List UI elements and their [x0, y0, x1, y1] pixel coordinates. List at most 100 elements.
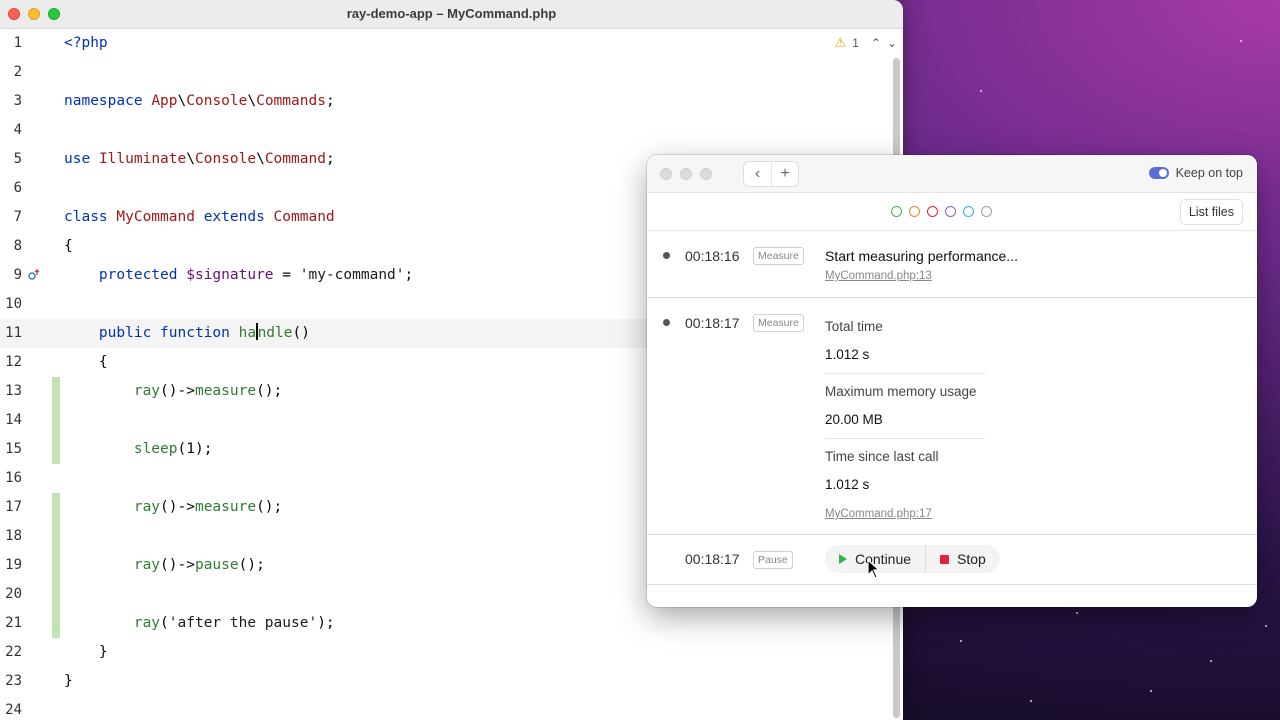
ray-entry: 00:18:17 Measure Total time 1.012 s Maxi… — [647, 298, 1257, 535]
line-number: 12 — [5, 354, 22, 370]
code-text: } — [64, 673, 73, 689]
ray-toolbar: ‹ + Keep on top — [647, 155, 1257, 193]
entry-time: 00:18:16 — [685, 248, 740, 264]
line-number: 13 — [5, 383, 22, 399]
line-number: 23 — [5, 673, 22, 689]
color-filter-dot[interactable] — [891, 206, 902, 217]
divider — [825, 438, 985, 439]
line-number: 19 — [5, 557, 22, 573]
code-text: { — [64, 354, 108, 370]
code-line[interactable]: 2 — [0, 58, 890, 87]
entry-type-badge: Pause — [753, 551, 793, 569]
code-line[interactable]: 21 ray('after the pause'); — [0, 609, 890, 638]
line-number: 14 — [5, 412, 22, 428]
line-number: 2 — [13, 64, 22, 80]
code-text: ray()->measure(); — [133, 499, 283, 515]
continue-label: Continue — [855, 551, 912, 567]
color-filter-dot[interactable] — [927, 206, 938, 217]
code-text: } — [64, 644, 108, 660]
override-marker-icon[interactable] — [27, 268, 41, 282]
ray-filter-bar: List files — [647, 193, 1257, 231]
new-tab-button[interactable]: + — [771, 162, 798, 186]
entry-type-badge: Measure — [753, 247, 804, 265]
code-text: ray()->measure(); — [133, 383, 283, 399]
editor-titlebar: ray-demo-app – MyCommand.php — [0, 0, 903, 29]
code-line[interactable]: 22 } — [0, 638, 890, 667]
changed-lines-marker — [52, 377, 60, 464]
ray-entry: 00:18:17 Pause Continue Stop — [647, 535, 1257, 585]
entry-file-link[interactable]: MyCommand.php:13 — [825, 270, 932, 282]
line-number: 9 — [13, 267, 22, 283]
entry-time: 00:18:17 — [685, 551, 740, 567]
code-text: { — [64, 238, 73, 254]
close-window-button[interactable] — [660, 168, 672, 180]
code-text: sleep(1); — [133, 441, 213, 457]
color-filters — [891, 206, 992, 217]
code-line[interactable]: 4 — [0, 116, 890, 145]
editor-title: ray-demo-app – MyCommand.php — [346, 6, 557, 21]
entry-type-badge: Measure — [753, 314, 804, 332]
total-time-label: Total time — [825, 319, 883, 334]
mouse-pointer-icon — [867, 559, 881, 579]
zoom-window-button[interactable] — [700, 168, 712, 180]
stop-button[interactable]: Stop — [925, 545, 1000, 573]
code-line[interactable]: 3 namespace App\Console\Commands; — [0, 87, 890, 116]
color-filter-dot[interactable] — [963, 206, 974, 217]
minimize-window-button[interactable] — [680, 168, 692, 180]
list-files-button[interactable]: List files — [1179, 199, 1243, 225]
line-number: 22 — [5, 644, 22, 660]
line-number: 10 — [5, 296, 22, 312]
code-line[interactable]: 1 <?php — [0, 29, 890, 58]
line-number: 11 — [5, 325, 22, 341]
code-text: use Illuminate\Console\Command; — [64, 151, 335, 167]
changed-lines-marker — [52, 493, 60, 638]
pause-actions: Continue Stop — [825, 545, 1000, 573]
toggle-switch[interactable] — [1148, 167, 1169, 179]
line-number: 15 — [5, 441, 22, 457]
entry-message: Start measuring performance... — [825, 248, 1018, 264]
code-text: <?php — [64, 35, 108, 51]
line-number: 24 — [5, 702, 22, 718]
code-text: ray('after the pause'); — [133, 615, 335, 631]
entry-bullet — [663, 252, 670, 259]
line-number: 7 — [13, 209, 22, 225]
back-button[interactable]: ‹ — [744, 162, 771, 186]
code-text: protected $signature = 'my-command'; — [98, 267, 414, 283]
line-number: 20 — [5, 586, 22, 602]
play-icon — [839, 554, 847, 564]
keep-on-top-toggle[interactable]: Keep on top — [1148, 166, 1243, 180]
keep-on-top-label: Keep on top — [1175, 166, 1243, 180]
stop-icon — [940, 554, 950, 564]
divider — [825, 373, 985, 374]
ray-entry: 00:18:16 Measure Start measuring perform… — [647, 232, 1257, 298]
code-line[interactable]: 24 — [0, 696, 890, 720]
line-number: 6 — [13, 180, 22, 196]
color-filter-dot[interactable] — [945, 206, 956, 217]
code-text: ray()->pause(); — [133, 557, 265, 573]
total-time-value: 1.012 s — [825, 347, 870, 362]
memory-value: 20.00 MB — [825, 412, 883, 427]
line-number: 3 — [13, 93, 22, 109]
color-filter-dot[interactable] — [909, 206, 920, 217]
code-text: public function ha ndle() — [98, 323, 310, 341]
entry-time: 00:18:17 — [685, 315, 740, 331]
ray-window: ‹ + Keep on top List files 00:18:16 Meas… — [647, 155, 1257, 607]
time-since-value: 1.012 s — [825, 477, 870, 492]
code-text: class MyCommand extends Command — [64, 209, 335, 225]
code-line[interactable]: 23} — [0, 667, 890, 696]
plus-icon: + — [780, 165, 790, 182]
line-number: 21 — [5, 615, 22, 631]
line-number: 4 — [13, 122, 22, 138]
line-number: 1 — [13, 35, 22, 51]
line-number: 17 — [5, 499, 22, 515]
stop-label: Stop — [957, 551, 986, 567]
line-number: 16 — [5, 470, 22, 486]
color-filter-dot[interactable] — [981, 206, 992, 217]
chevron-left-icon: ‹ — [754, 165, 761, 182]
time-since-label: Time since last call — [825, 449, 939, 464]
entry-bullet — [663, 319, 670, 326]
code-text: namespace App\Console\Commands; — [64, 93, 335, 109]
entry-file-link[interactable]: MyCommand.php:17 — [825, 508, 932, 520]
line-number: 18 — [5, 528, 22, 544]
line-number: 5 — [13, 151, 22, 167]
